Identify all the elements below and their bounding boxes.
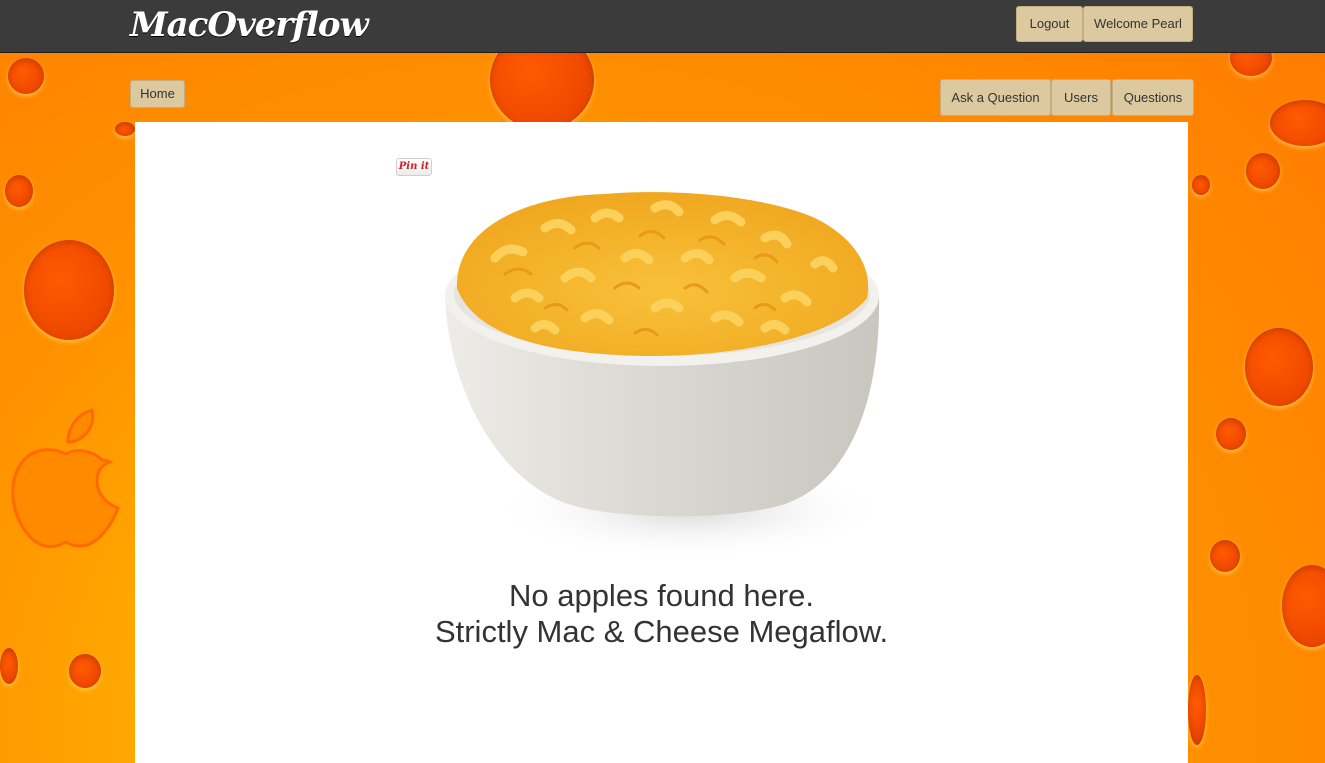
cheese-hole — [1246, 153, 1280, 189]
top-navbar: MacOverflow Logout Welcome Pearl — [0, 0, 1325, 53]
cheese-hole — [1192, 175, 1210, 195]
cheese-hole — [1245, 328, 1313, 406]
main-content: Pin it No apples found here. Strictly Ma… — [135, 122, 1188, 763]
cheese-hole — [69, 654, 101, 688]
cheese-hole — [24, 240, 114, 340]
cheese-hole — [5, 175, 33, 207]
pin-it-button[interactable]: Pin it — [396, 158, 432, 176]
brand-logo[interactable]: MacOverflow — [130, 5, 369, 45]
message-line-2: Strictly Mac & Cheese Megaflow. — [434, 614, 889, 649]
empty-state-message: No apples found here. Strictly Mac & Che… — [135, 578, 1188, 650]
welcome-user-button[interactable]: Welcome Pearl — [1083, 6, 1193, 42]
home-button[interactable]: Home — [130, 80, 185, 108]
ask-question-button[interactable]: Ask a Question — [940, 79, 1051, 116]
cheese-hole — [1188, 675, 1206, 745]
users-button[interactable]: Users — [1051, 79, 1111, 116]
apple-icon — [11, 408, 120, 549]
questions-button[interactable]: Questions — [1112, 79, 1194, 116]
cheese-hole — [1216, 418, 1246, 450]
cheese-hole — [115, 122, 135, 136]
mac-and-cheese-image — [445, 192, 890, 560]
cheese-hole — [1270, 100, 1325, 146]
cheese-hole — [1210, 540, 1240, 572]
logout-button[interactable]: Logout — [1016, 6, 1083, 42]
cheese-hole — [8, 58, 44, 94]
cheese-hole — [1282, 565, 1325, 647]
cheese-hole — [0, 648, 18, 684]
message-line-1: No apples found here. — [508, 578, 815, 613]
